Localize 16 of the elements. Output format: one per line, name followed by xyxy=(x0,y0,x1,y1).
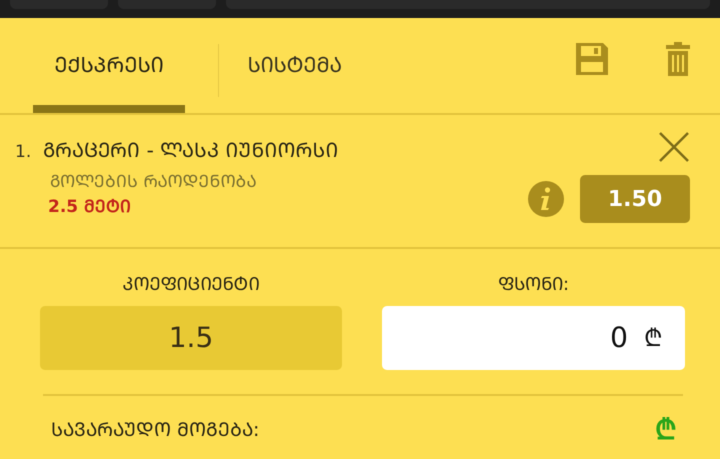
coefficient-label: ᲙᲝᲔᲤᲘᲪᲘᲔᲜᲢᲘ xyxy=(122,273,260,297)
market-name: ᲒᲝᲚᲔᲑᲘᲡ ᲠᲐᲝᲓᲔᲜᲝᲑᲐ xyxy=(50,170,258,194)
bet-number: 1. xyxy=(15,141,32,164)
coefficient-value: 1.5 xyxy=(40,306,342,370)
currency-sign: ₾ xyxy=(655,416,677,444)
tab[interactable]: ᲔᲥᲡᲞᲠᲔᲡᲘ xyxy=(33,18,185,113)
close-icon[interactable] xyxy=(658,131,690,163)
save-icon[interactable] xyxy=(576,42,608,74)
potential-win-label: ᲡᲐᲕᲐᲠᲐᲣᲓᲝ ᲛᲝᲒᲔᲑᲐ: xyxy=(51,418,260,443)
stake-field[interactable]: 0 ₾ xyxy=(382,306,685,370)
selection-label: 2.5 ᲛᲔᲢᲘ xyxy=(48,196,132,219)
stake-label: ᲤᲡᲝᲜᲘ: xyxy=(496,273,570,297)
match-name: ᲒᲠᲐᲪᲔᲠᲘ - ᲚᲐᲡᲙ ᲘᲣᲜᲘᲝᲠᲡᲘ xyxy=(43,137,339,164)
info-icon[interactable] xyxy=(528,181,564,217)
tab[interactable]: ᲡᲘᲡᲢᲔᲛᲐ xyxy=(219,18,371,113)
trash-icon[interactable] xyxy=(666,42,690,76)
